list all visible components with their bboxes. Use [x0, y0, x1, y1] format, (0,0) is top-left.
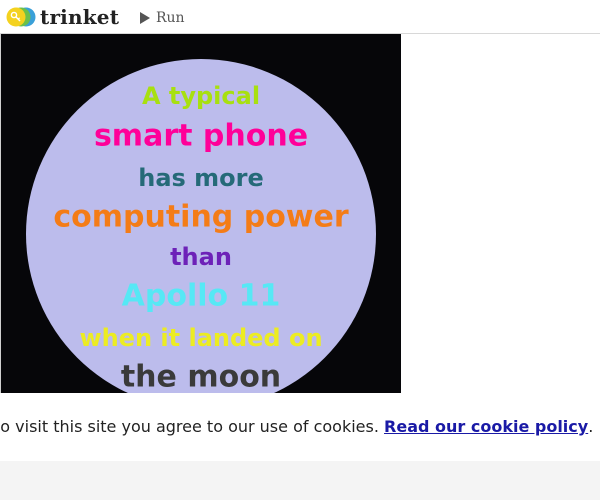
- run-label: Run: [156, 10, 185, 26]
- canvas-text-line: has more: [138, 164, 264, 192]
- trinket-logo[interactable]: trinket: [6, 6, 119, 28]
- turtle-canvas: A typical smart phone has more computing po…: [1, 34, 401, 404]
- canvas-text-line: smart phone: [94, 119, 308, 154]
- cookie-policy-link[interactable]: Read our cookie policy: [384, 417, 588, 436]
- canvas-text-line: Apollo 11: [122, 279, 281, 314]
- canvas-text-line: the moon: [121, 360, 281, 395]
- canvas-text-line: computing power: [53, 200, 349, 235]
- logo-text: trinket: [40, 5, 120, 29]
- canvas-drawing: A typical smart phone has more computing po…: [26, 59, 376, 404]
- cookie-notice-end: .: [588, 417, 594, 436]
- canvas-text-line: than: [170, 243, 232, 271]
- trinket-logo-icon: [6, 7, 36, 27]
- cookie-notice-message: to visit this site you agree to our use …: [0, 417, 385, 436]
- canvas-text-line: when it landed on: [79, 324, 322, 352]
- cookie-notice: to visit this site you agree to our use …: [0, 393, 600, 461]
- right-pane: [401, 34, 600, 404]
- footer-area: [0, 461, 600, 500]
- play-icon: [140, 12, 150, 24]
- canvas-text-line: A typical: [142, 82, 260, 110]
- top-bar: trinket Run: [0, 0, 600, 34]
- run-button[interactable]: Run: [140, 8, 185, 28]
- cookie-notice-text: to visit this site you agree to our use …: [0, 417, 593, 436]
